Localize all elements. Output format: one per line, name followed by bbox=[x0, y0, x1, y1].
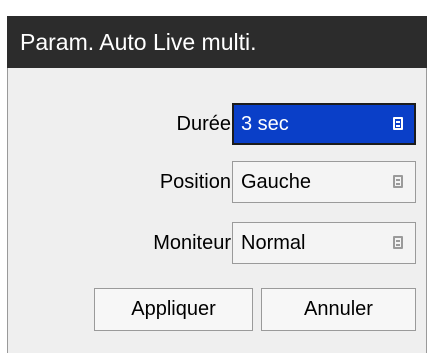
cancel-button[interactable]: Annuler bbox=[261, 288, 416, 331]
monitor-value: Normal bbox=[241, 232, 306, 254]
monitor-row: Moniteur Normal bbox=[8, 222, 428, 264]
position-row: Position Gauche bbox=[8, 161, 428, 203]
monitor-label: Moniteur bbox=[153, 232, 231, 254]
duration-label: Durée bbox=[176, 113, 231, 135]
position-select[interactable]: Gauche bbox=[232, 161, 416, 203]
list-icon bbox=[393, 236, 403, 249]
duration-value: 3 sec bbox=[241, 113, 289, 135]
list-icon bbox=[393, 175, 403, 188]
auto-live-multi-dialog: Param. Auto Live multi. Durée 3 sec Posi… bbox=[7, 16, 427, 353]
monitor-select[interactable]: Normal bbox=[232, 222, 416, 264]
list-icon bbox=[393, 117, 403, 130]
duration-select[interactable]: 3 sec bbox=[232, 103, 416, 145]
position-value: Gauche bbox=[241, 171, 312, 193]
position-label: Position bbox=[159, 171, 231, 193]
apply-button[interactable]: Appliquer bbox=[94, 288, 253, 331]
dialog-title: Param. Auto Live multi. bbox=[7, 16, 427, 68]
duration-row: Durée 3 sec bbox=[8, 103, 428, 145]
